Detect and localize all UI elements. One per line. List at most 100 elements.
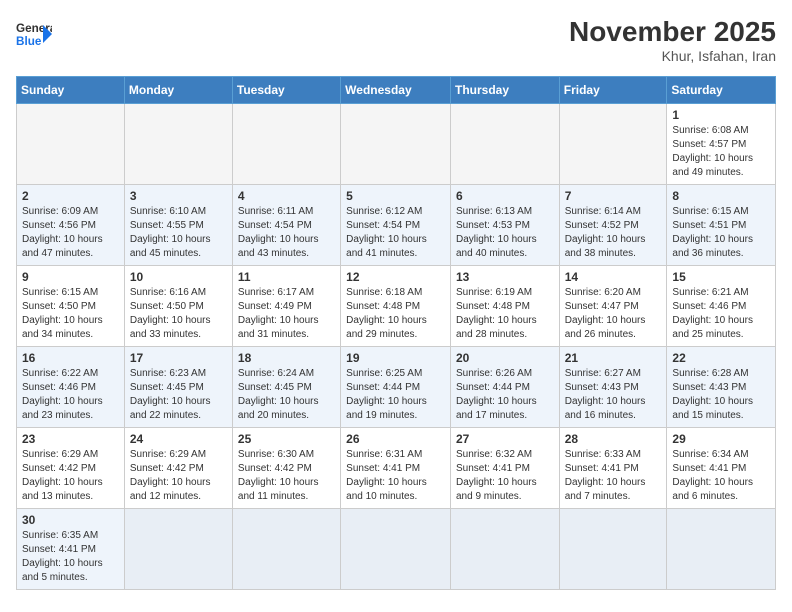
calendar-day-cell: 19 Sunrise: 6:25 AM Sunset: 4:44 PM Dayli… <box>341 347 451 428</box>
day-number: 6 <box>456 189 554 203</box>
calendar-day-cell: 3 Sunrise: 6:10 AM Sunset: 4:55 PM Daylig… <box>124 185 232 266</box>
day-info: Sunrise: 6:21 AM Sunset: 4:46 PM Dayligh… <box>672 286 770 342</box>
day-info: Sunrise: 6:24 AM Sunset: 4:45 PM Dayligh… <box>238 367 335 423</box>
calendar-day-cell: 14 Sunrise: 6:20 AM Sunset: 4:47 PM Dayli… <box>559 266 667 347</box>
page-header: General Blue November 2025 Khur, Isfahan… <box>16 16 776 64</box>
day-number: 27 <box>456 432 554 446</box>
day-number: 2 <box>22 189 119 203</box>
day-number: 4 <box>238 189 335 203</box>
day-number: 3 <box>130 189 227 203</box>
calendar-day-cell: 15Sunrise: 6:21 AM Sunset: 4:46 PM Dayli… <box>667 266 776 347</box>
calendar-day-cell <box>341 104 451 185</box>
day-number: 13 <box>456 270 554 284</box>
day-info: Sunrise: 6:15 AM Sunset: 4:50 PM Dayligh… <box>22 286 119 342</box>
col-header-wednesday: Wednesday <box>341 77 451 104</box>
day-info: Sunrise: 6:13 AM Sunset: 4:53 PM Dayligh… <box>456 205 554 261</box>
logo: General Blue <box>16 16 52 52</box>
calendar-day-cell: 18 Sunrise: 6:24 AM Sunset: 4:45 PM Dayli… <box>232 347 340 428</box>
day-number: 28 <box>565 432 662 446</box>
day-info: Sunrise: 6:17 AM Sunset: 4:49 PM Dayligh… <box>238 286 335 342</box>
location-subtitle: Khur, Isfahan, Iran <box>569 48 776 64</box>
day-number: 14 <box>565 270 662 284</box>
day-number: 16 <box>22 351 119 365</box>
day-info: Sunrise: 6:26 AM Sunset: 4:44 PM Dayligh… <box>456 367 554 423</box>
calendar-day-cell <box>559 104 667 185</box>
day-number: 25 <box>238 432 335 446</box>
day-info: Sunrise: 6:12 AM Sunset: 4:54 PM Dayligh… <box>346 205 445 261</box>
day-info: Sunrise: 6:22 AM Sunset: 4:46 PM Dayligh… <box>22 367 119 423</box>
calendar-header-row: SundayMondayTuesdayWednesdayThursdayFrid… <box>17 77 776 104</box>
calendar-day-cell <box>232 509 340 590</box>
calendar-day-cell: 21Sunrise: 6:27 AM Sunset: 4:43 PM Dayli… <box>559 347 667 428</box>
day-number: 8 <box>672 189 770 203</box>
calendar-day-cell: 9 Sunrise: 6:15 AM Sunset: 4:50 PM Daylig… <box>17 266 125 347</box>
calendar-day-cell: 7 Sunrise: 6:14 AM Sunset: 4:52 PM Daylig… <box>559 185 667 266</box>
calendar-day-cell: 2 Sunrise: 6:09 AM Sunset: 4:56 PM Daylig… <box>17 185 125 266</box>
calendar-week-row: 16 Sunrise: 6:22 AM Sunset: 4:46 PM Dayli… <box>17 347 776 428</box>
day-number: 21 <box>565 351 662 365</box>
day-info: Sunrise: 6:09 AM Sunset: 4:56 PM Dayligh… <box>22 205 119 261</box>
calendar-day-cell <box>17 104 125 185</box>
calendar-day-cell: 24Sunrise: 6:29 AM Sunset: 4:42 PM Dayli… <box>124 428 232 509</box>
day-number: 1 <box>672 108 770 122</box>
calendar-day-cell <box>450 509 559 590</box>
col-header-friday: Friday <box>559 77 667 104</box>
day-info: Sunrise: 6:28 AM Sunset: 4:43 PM Dayligh… <box>672 367 770 423</box>
calendar-day-cell: 27 Sunrise: 6:32 AM Sunset: 4:41 PM Dayli… <box>450 428 559 509</box>
day-info: Sunrise: 6:32 AM Sunset: 4:41 PM Dayligh… <box>456 448 554 504</box>
calendar-day-cell: 25 Sunrise: 6:30 AM Sunset: 4:42 PM Dayli… <box>232 428 340 509</box>
day-number: 26 <box>346 432 445 446</box>
calendar-day-cell: 23 Sunrise: 6:29 AM Sunset: 4:42 PM Dayli… <box>17 428 125 509</box>
day-info: Sunrise: 6:25 AM Sunset: 4:44 PM Dayligh… <box>346 367 445 423</box>
day-info: Sunrise: 6:15 AM Sunset: 4:51 PM Dayligh… <box>672 205 770 261</box>
calendar-week-row: 2 Sunrise: 6:09 AM Sunset: 4:56 PM Daylig… <box>17 185 776 266</box>
day-info: Sunrise: 6:14 AM Sunset: 4:52 PM Dayligh… <box>565 205 662 261</box>
calendar-day-cell: 20 Sunrise: 6:26 AM Sunset: 4:44 PM Dayli… <box>450 347 559 428</box>
calendar-day-cell <box>450 104 559 185</box>
day-number: 9 <box>22 270 119 284</box>
calendar-day-cell: 13Sunrise: 6:19 AM Sunset: 4:48 PM Dayli… <box>450 266 559 347</box>
day-info: Sunrise: 6:10 AM Sunset: 4:55 PM Dayligh… <box>130 205 227 261</box>
day-info: Sunrise: 6:30 AM Sunset: 4:42 PM Dayligh… <box>238 448 335 504</box>
col-header-sunday: Sunday <box>17 77 125 104</box>
calendar-day-cell: 29 Sunrise: 6:34 AM Sunset: 4:41 PM Dayli… <box>667 428 776 509</box>
calendar-day-cell: 26Sunrise: 6:31 AM Sunset: 4:41 PM Dayli… <box>341 428 451 509</box>
day-info: Sunrise: 6:29 AM Sunset: 4:42 PM Dayligh… <box>22 448 119 504</box>
day-number: 18 <box>238 351 335 365</box>
calendar-day-cell <box>341 509 451 590</box>
calendar-table: SundayMondayTuesdayWednesdayThursdayFrid… <box>16 76 776 590</box>
day-number: 20 <box>456 351 554 365</box>
day-number: 30 <box>22 513 119 527</box>
day-info: Sunrise: 6:20 AM Sunset: 4:47 PM Dayligh… <box>565 286 662 342</box>
day-info: Sunrise: 6:11 AM Sunset: 4:54 PM Dayligh… <box>238 205 335 261</box>
day-info: Sunrise: 6:34 AM Sunset: 4:41 PM Dayligh… <box>672 448 770 504</box>
day-number: 29 <box>672 432 770 446</box>
day-number: 10 <box>130 270 227 284</box>
calendar-day-cell: 28 Sunrise: 6:33 AM Sunset: 4:41 PM Dayli… <box>559 428 667 509</box>
calendar-day-cell: 30Sunrise: 6:35 AM Sunset: 4:41 PM Dayli… <box>17 509 125 590</box>
calendar-week-row: 1 Sunrise: 6:08 AM Sunset: 4:57 PM Daylig… <box>17 104 776 185</box>
calendar-week-row: 23 Sunrise: 6:29 AM Sunset: 4:42 PM Dayli… <box>17 428 776 509</box>
calendar-day-cell: 12Sunrise: 6:18 AM Sunset: 4:48 PM Dayli… <box>341 266 451 347</box>
col-header-saturday: Saturday <box>667 77 776 104</box>
col-header-thursday: Thursday <box>450 77 559 104</box>
day-number: 7 <box>565 189 662 203</box>
day-number: 19 <box>346 351 445 365</box>
calendar-day-cell: 4 Sunrise: 6:11 AM Sunset: 4:54 PM Daylig… <box>232 185 340 266</box>
day-info: Sunrise: 6:23 AM Sunset: 4:45 PM Dayligh… <box>130 367 227 423</box>
calendar-day-cell: 17Sunrise: 6:23 AM Sunset: 4:45 PM Dayli… <box>124 347 232 428</box>
day-info: Sunrise: 6:33 AM Sunset: 4:41 PM Dayligh… <box>565 448 662 504</box>
col-header-monday: Monday <box>124 77 232 104</box>
calendar-day-cell: 10Sunrise: 6:16 AM Sunset: 4:50 PM Dayli… <box>124 266 232 347</box>
day-number: 11 <box>238 270 335 284</box>
day-number: 24 <box>130 432 227 446</box>
day-info: Sunrise: 6:08 AM Sunset: 4:57 PM Dayligh… <box>672 124 770 180</box>
day-number: 23 <box>22 432 119 446</box>
calendar-day-cell <box>559 509 667 590</box>
calendar-day-cell <box>124 509 232 590</box>
calendar-day-cell: 6 Sunrise: 6:13 AM Sunset: 4:53 PM Daylig… <box>450 185 559 266</box>
calendar-day-cell <box>667 509 776 590</box>
calendar-day-cell: 8 Sunrise: 6:15 AM Sunset: 4:51 PM Daylig… <box>667 185 776 266</box>
calendar-day-cell: 5Sunrise: 6:12 AM Sunset: 4:54 PM Daylig… <box>341 185 451 266</box>
calendar-week-row: 30Sunrise: 6:35 AM Sunset: 4:41 PM Dayli… <box>17 509 776 590</box>
